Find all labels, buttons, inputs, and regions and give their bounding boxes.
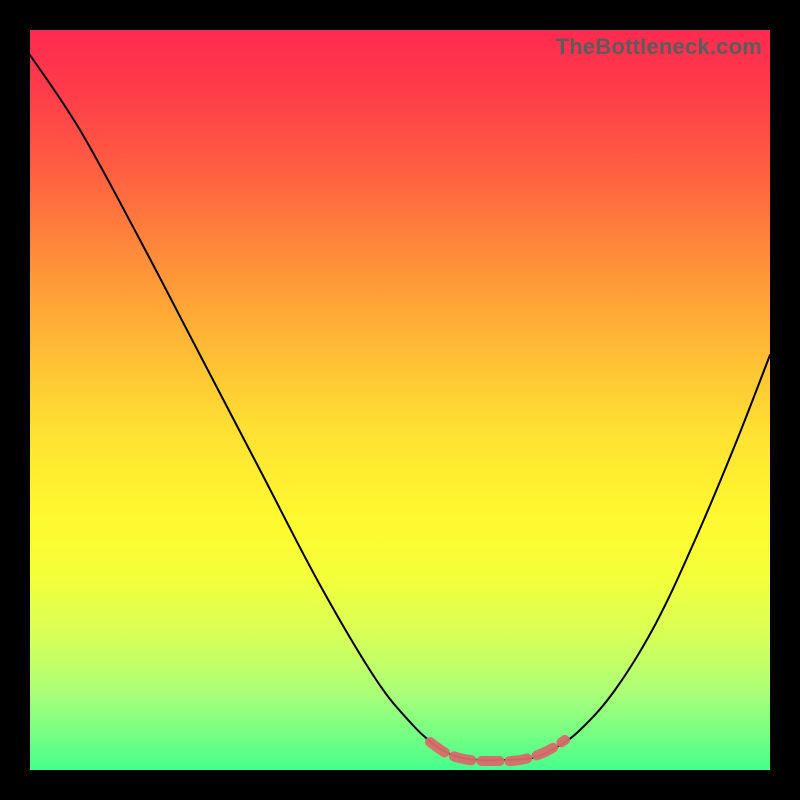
curve-svg bbox=[30, 30, 770, 770]
bottleneck-curve bbox=[30, 55, 770, 760]
highlight-segment bbox=[430, 740, 565, 761]
plot-area: TheBottleneck.com bbox=[30, 30, 770, 770]
chart-frame: TheBottleneck.com bbox=[0, 0, 800, 800]
